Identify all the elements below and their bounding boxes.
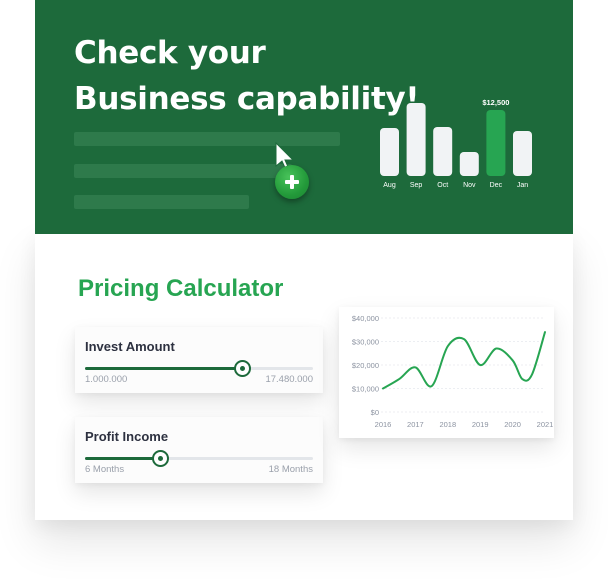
mini-bar [433, 127, 453, 176]
invest-amount-label: Invest Amount [85, 339, 175, 354]
mini-bar [406, 103, 426, 176]
y-tick-label: $40,000 [352, 314, 379, 323]
series-line [382, 331, 546, 390]
invest-amount-fill [85, 367, 243, 370]
hero-title-line1: Check your [74, 35, 266, 71]
y-tick-label: $20,000 [352, 361, 379, 370]
mini-bar [513, 131, 532, 176]
mini-bar-month-label: Nov [463, 182, 476, 189]
profit-income-handle[interactable] [152, 450, 170, 467]
mini-bar-month-label: Dec [490, 182, 503, 189]
mini-bar-month-label: Jan [517, 182, 528, 189]
y-tick-label: $0 [371, 408, 379, 417]
x-tick-label: 2016 [375, 420, 392, 429]
x-tick-label: 2021 [537, 420, 554, 429]
invest-amount-slider[interactable] [85, 360, 313, 377]
invest-amount-min: 1.000.000 [85, 374, 128, 385]
placeholder-line [74, 132, 340, 146]
mini-bar [486, 110, 506, 176]
line-chart-svg: $0 $10,000 $20,000 $30,000 $40,000 2016 2017 20… [352, 314, 554, 429]
mini-bar-month-label: Aug [383, 182, 396, 189]
y-tick-label: $10,000 [352, 385, 379, 394]
placeholder-line [74, 195, 249, 209]
profit-income-fill [85, 457, 161, 460]
plus-icon [285, 175, 299, 189]
mini-bar-chart: Aug Sep Oct Nov Dec $12,500 Jan [377, 88, 545, 198]
growth-line-chart: $0 $10,000 $20,000 $30,000 $40,000 2016 2017 20… [339, 307, 554, 438]
x-tick-label: 2019 [472, 420, 489, 429]
calculator-title: Pricing Calculator [78, 275, 284, 302]
invest-amount-card: Invest Amount 1.000.000 17.480.000 [75, 327, 323, 393]
invest-amount-handle[interactable] [234, 360, 252, 377]
mini-bar [380, 128, 399, 176]
mini-bar-peak-label: $12,500 [482, 98, 509, 107]
hero-title-line2: Business capability! [74, 81, 420, 117]
hero-banner: Check your Business capability! Aug Sep Oc… [35, 0, 573, 234]
mini-bar-chart-svg: Aug Sep Oct Nov Dec $12,500 Jan [380, 98, 532, 189]
profit-income-slider[interactable] [85, 450, 313, 467]
mini-bar-month-label: Sep [410, 182, 423, 189]
x-tick-label: 2020 [504, 420, 521, 429]
mini-bar [459, 152, 479, 176]
placeholder-line [74, 164, 292, 178]
profit-income-card: Profit Income 6 Months 18 Months [75, 417, 323, 483]
profit-income-min: 6 Months [85, 464, 125, 475]
invest-amount-max: 17.480.000 [265, 374, 313, 385]
add-button[interactable] [275, 165, 309, 199]
hero-title: Check your Business capability! [74, 30, 420, 122]
x-tick-label: 2018 [439, 420, 456, 429]
profit-income-max: 18 Months [268, 464, 313, 475]
mini-bar-month-label: Oct [437, 182, 448, 189]
x-tick-label: 2017 [407, 420, 424, 429]
profit-income-label: Profit Income [85, 429, 169, 444]
y-tick-label: $30,000 [352, 338, 379, 347]
